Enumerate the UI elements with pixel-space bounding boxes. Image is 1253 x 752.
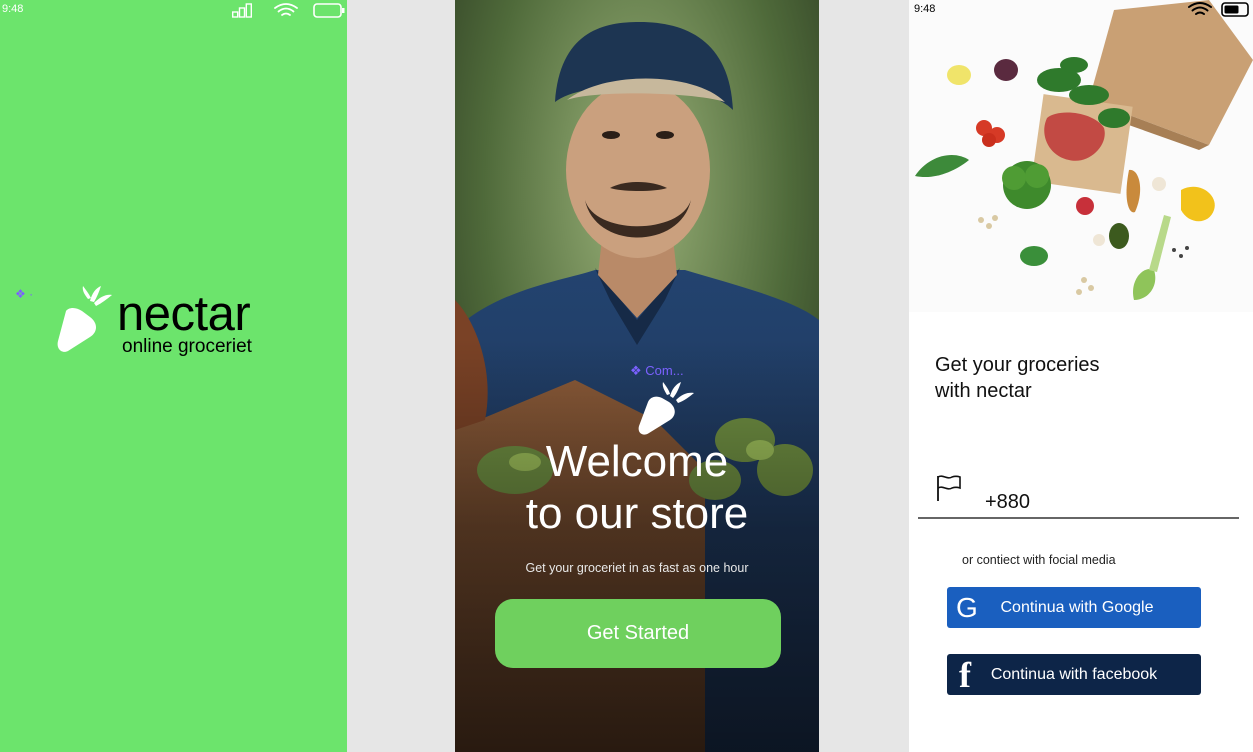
wifi-icon bbox=[274, 3, 298, 16]
status-time: 9:48 bbox=[2, 3, 24, 15]
facebook-signin-button[interactable]: f Continua with facebook bbox=[947, 654, 1201, 695]
phone-underline bbox=[918, 517, 1239, 519]
brand-name: nectar bbox=[117, 287, 251, 341]
signal-icon bbox=[232, 3, 253, 18]
welcome-subtitle: Get your groceriet in as fast as one hou… bbox=[525, 561, 749, 575]
welcome-title: Welcome to our store bbox=[455, 436, 819, 540]
status-icons bbox=[1188, 2, 1249, 17]
google-signin-button[interactable]: G Continua with Google bbox=[947, 587, 1201, 628]
google-button-label: Continua with Google bbox=[1000, 598, 1154, 616]
component-icon: ❖ Com... bbox=[630, 363, 684, 378]
component-label: Com... bbox=[645, 363, 684, 378]
signin-title-line1: Get your groceries bbox=[935, 354, 1100, 376]
phone-input[interactable] bbox=[985, 488, 1205, 516]
flag-icon[interactable] bbox=[935, 474, 963, 502]
signin-title: Get your groceries with nectar bbox=[935, 352, 1100, 404]
status-icons bbox=[232, 3, 345, 18]
component-icon: ❖ · bbox=[15, 287, 34, 301]
welcome-title-line1: Welcome bbox=[545, 437, 729, 486]
battery-icon bbox=[1221, 2, 1249, 17]
status-time: 9:48 bbox=[914, 3, 936, 15]
groceries-hero-image bbox=[909, 0, 1253, 312]
signin-title-line2: with nectar bbox=[935, 380, 1032, 402]
get-started-button[interactable]: Get Started bbox=[495, 599, 781, 668]
battery-icon bbox=[313, 3, 345, 18]
carrot-logo-icon bbox=[638, 382, 694, 435]
brand-tagline: online groceriet bbox=[122, 336, 252, 357]
social-caption: or contiect with focial media bbox=[962, 553, 1116, 567]
welcome-screen: ❖ Com... Welcome to our store Get your g… bbox=[455, 0, 819, 752]
facebook-button-label: Continua with facebook bbox=[990, 665, 1158, 683]
splash-screen: 9:48 ❖ · nectar online groceriet bbox=[0, 0, 347, 752]
welcome-title-line2: to our store bbox=[525, 489, 749, 538]
signin-screen: 9:48 Get your groceries with nectar or c… bbox=[909, 0, 1253, 752]
wifi-icon bbox=[1188, 2, 1212, 15]
